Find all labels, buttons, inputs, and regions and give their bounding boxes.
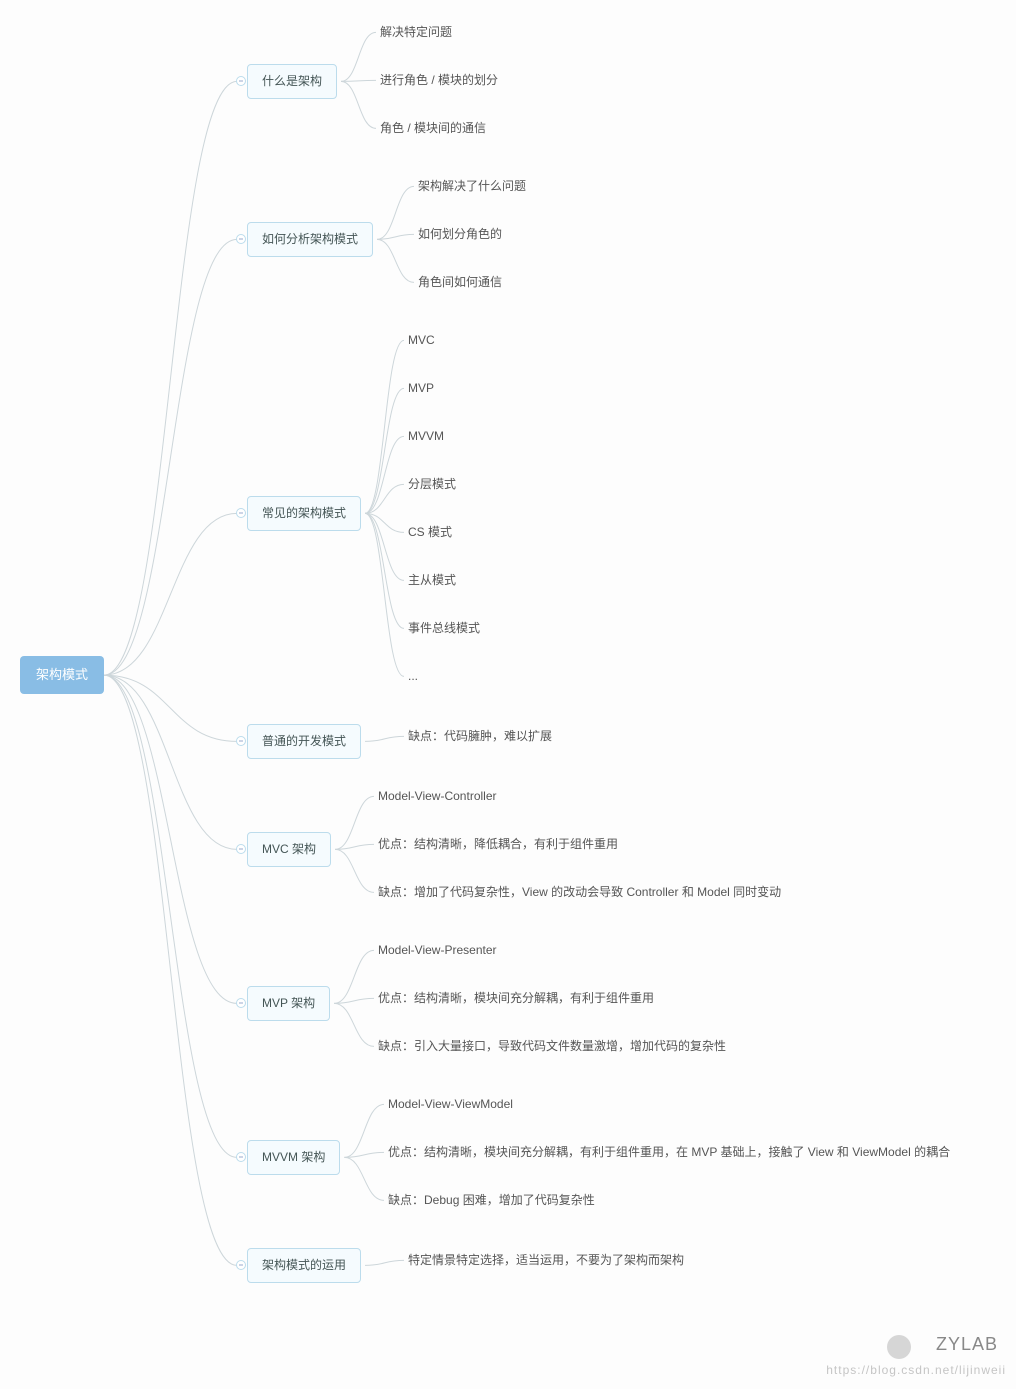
leaf-node: 特定情景特定选择，适当运用，不要为了架构而架构 [408,1252,684,1269]
leaf-node: MVVM [408,428,444,445]
leaf-node: 缺点：增加了代码复杂性，View 的改动会导致 Controller 和 Mod… [378,884,781,901]
collapse-toggle[interactable] [236,844,246,854]
watermark-url: https://blog.csdn.net/lijinweii [826,1363,1006,1377]
connections-svg [0,0,1016,1389]
collapse-toggle[interactable] [236,736,246,746]
branch-node-b1[interactable]: 如何分析架构模式 [247,222,373,257]
branch-node-b7[interactable]: 架构模式的运用 [247,1248,361,1283]
branch-node-b2[interactable]: 常见的架构模式 [247,496,361,531]
leaf-node: 如何划分角色的 [418,226,502,243]
branch-node-b6[interactable]: MVVM 架构 [247,1140,340,1175]
leaf-node: 优点：结构清晰，模块间充分解耦，有利于组件重用，在 MVP 基础上，接触了 Vi… [388,1144,950,1161]
leaf-node: Model-View-Controller [378,788,497,805]
leaf-node: 进行角色 / 模块的划分 [380,72,498,89]
branch-node-b3[interactable]: 普通的开发模式 [247,724,361,759]
leaf-node: Model-View-Presenter [378,942,497,959]
leaf-node: 优点：结构清晰，降低耦合，有利于组件重用 [378,836,618,853]
leaf-node: 主从模式 [408,572,456,589]
wechat-icon [887,1335,911,1359]
leaf-node: 缺点：引入大量接口，导致代码文件数量激增，增加代码的复杂性 [378,1038,726,1055]
leaf-node: Model-View-ViewModel [388,1096,513,1113]
collapse-toggle[interactable] [236,76,246,86]
leaf-node: 分层模式 [408,476,456,493]
leaf-node: 角色间如何通信 [418,274,502,291]
leaf-node: 优点：结构清晰，模块间充分解耦，有利于组件重用 [378,990,654,1007]
leaf-node: CS 模式 [408,524,452,541]
branch-node-b5[interactable]: MVP 架构 [247,986,330,1021]
leaf-node: 缺点：Debug 困难，增加了代码复杂性 [388,1192,595,1209]
root-node[interactable]: 架构模式 [20,656,104,694]
leaf-node: ... [408,668,418,685]
leaf-node: MVP [408,380,434,397]
leaf-node: 解决特定问题 [380,24,452,41]
collapse-toggle[interactable] [236,508,246,518]
leaf-node: MVC [408,332,435,349]
collapse-toggle[interactable] [236,1152,246,1162]
collapse-toggle[interactable] [236,234,246,244]
collapse-toggle[interactable] [236,998,246,1008]
leaf-node: 架构解决了什么问题 [418,178,526,195]
leaf-node: 角色 / 模块间的通信 [380,120,486,137]
branch-node-b0[interactable]: 什么是架构 [247,64,337,99]
collapse-toggle[interactable] [236,1260,246,1270]
branch-node-b4[interactable]: MVC 架构 [247,832,331,867]
watermark-brand: ZYLAB [936,1334,998,1355]
leaf-node: 事件总线模式 [408,620,480,637]
leaf-node: 缺点：代码臃肿，难以扩展 [408,728,552,745]
